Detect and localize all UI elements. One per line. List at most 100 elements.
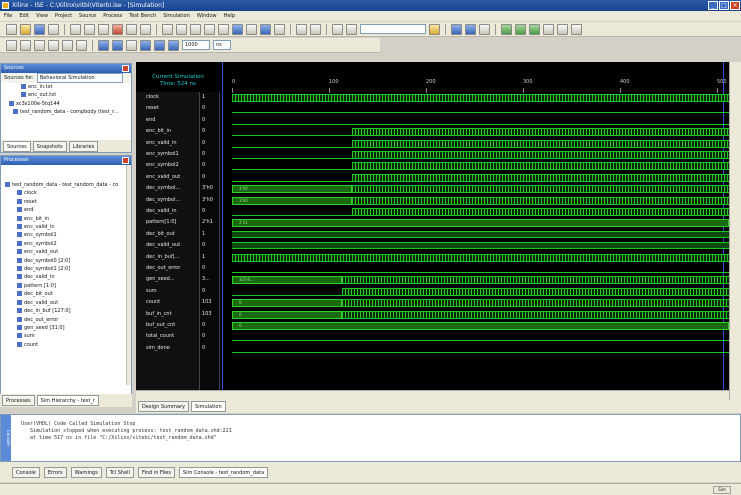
tab-sim-console[interactable]: Sim Console - test_random_data bbox=[178, 466, 269, 478]
tab-simulation[interactable]: Simulation bbox=[191, 401, 226, 412]
find-icon[interactable] bbox=[218, 23, 229, 35]
tile-icon[interactable] bbox=[246, 23, 257, 35]
wave-row[interactable]: dec_out_error 0 bbox=[136, 263, 729, 274]
wave-row[interactable]: dec_valid_out 0 bbox=[136, 240, 729, 251]
wave-row[interactable]: clock 1 bbox=[136, 92, 729, 103]
wave-row[interactable]: enc_symbol2 0 bbox=[136, 160, 729, 171]
menu-file[interactable]: File bbox=[4, 13, 12, 19]
tab-snapshots[interactable]: Snapshots bbox=[32, 140, 67, 152]
schematic-icon[interactable] bbox=[479, 23, 490, 35]
copy-icon[interactable] bbox=[84, 23, 95, 35]
tree-collapse-icon[interactable] bbox=[529, 23, 540, 35]
pause-icon[interactable] bbox=[112, 39, 123, 51]
cut-icon[interactable] bbox=[70, 23, 81, 35]
undo-icon[interactable] bbox=[126, 23, 137, 35]
tree-expand-icon[interactable] bbox=[515, 23, 526, 35]
process-tree-item[interactable]: pattern [1:0] bbox=[17, 282, 131, 290]
wave-row[interactable]: dec_symbol... 3'h0 3'h0 bbox=[136, 183, 729, 194]
menu-test-bench[interactable]: Test Bench bbox=[129, 13, 156, 19]
wave-row[interactable]: dec_in_buf[... 1 bbox=[136, 252, 729, 263]
wave-row[interactable]: enc_valid_in 0 bbox=[136, 138, 729, 149]
menu-process[interactable]: Process bbox=[103, 13, 122, 19]
menu-source[interactable]: Source bbox=[79, 13, 96, 19]
tab-sim-hierarchy[interactable]: Sim Hierarchy - test_r bbox=[36, 395, 99, 406]
waveform-viewer[interactable]: Current Simulation Time: 524 ns 0 100 200 3… bbox=[136, 62, 729, 400]
help-icon[interactable] bbox=[310, 23, 321, 35]
print-icon[interactable] bbox=[48, 23, 59, 35]
run-all-icon[interactable] bbox=[571, 23, 582, 35]
tab-console[interactable]: Console bbox=[12, 466, 40, 478]
menu-edit[interactable]: Edit bbox=[19, 13, 29, 19]
settings-icon[interactable] bbox=[543, 23, 554, 35]
save-icon[interactable] bbox=[34, 23, 45, 35]
scrollbar[interactable] bbox=[126, 165, 131, 385]
menu-help[interactable]: Help bbox=[224, 13, 235, 19]
menu-view[interactable]: View bbox=[36, 13, 48, 19]
zoom-area-icon[interactable] bbox=[204, 23, 215, 35]
process-tree-item[interactable]: enc_bit_in bbox=[17, 215, 131, 223]
paste-icon[interactable] bbox=[98, 23, 109, 35]
wave-row[interactable]: dec_symbol... 3'h0 3'h0 bbox=[136, 195, 729, 206]
wave-add-icon[interactable] bbox=[6, 39, 17, 51]
process-tree-item[interactable]: clock bbox=[17, 189, 131, 197]
cursor-icon[interactable] bbox=[48, 39, 59, 51]
process-tree-item[interactable]: end bbox=[17, 206, 131, 214]
process-tree-item[interactable]: dec_symbol1 [2:0] bbox=[17, 265, 131, 273]
marker-icon[interactable] bbox=[34, 39, 45, 51]
menu-simulation[interactable]: Simulation bbox=[163, 13, 190, 19]
wave-row[interactable]: dec_valid_in 0 bbox=[136, 206, 729, 217]
process-tree-item[interactable]: enc_valid_out bbox=[17, 248, 131, 256]
play-icon[interactable] bbox=[154, 39, 165, 51]
run-to-end-icon[interactable] bbox=[168, 39, 179, 51]
tree-item[interactable]: enc_in.txt bbox=[21, 83, 131, 91]
close-icon[interactable] bbox=[122, 157, 129, 164]
tab-warnings[interactable]: Warnings bbox=[70, 466, 102, 478]
tree-item[interactable]: xc3s100e-5tq144 bbox=[9, 100, 131, 108]
new-file-icon[interactable] bbox=[6, 23, 17, 35]
panel-icon[interactable] bbox=[274, 23, 285, 35]
open-folder-icon[interactable] bbox=[20, 23, 31, 35]
rerun-icon[interactable] bbox=[557, 23, 568, 35]
wand-icon[interactable] bbox=[296, 23, 307, 35]
process-tree-item[interactable]: dec_out_error bbox=[17, 316, 131, 324]
wave-row[interactable]: count 103 0 bbox=[136, 297, 729, 308]
zoom-in-icon[interactable] bbox=[162, 23, 173, 35]
tree-item[interactable]: test_random_data - compbody (test_r... bbox=[13, 108, 131, 116]
tab-libraries[interactable]: Libraries bbox=[68, 140, 99, 152]
cascade-icon[interactable] bbox=[232, 23, 243, 35]
sim-time-unit-select[interactable]: ns bbox=[213, 40, 231, 50]
wave-row[interactable]: buf_in_cnt 103 0 bbox=[136, 309, 729, 320]
wave-row[interactable]: buf_out_cnt 0 0 bbox=[136, 320, 729, 331]
process-tree-item[interactable]: dec_valid_in bbox=[17, 273, 131, 281]
process-tree-item[interactable]: gen_seed [31:0] bbox=[17, 324, 131, 332]
process-tree-item[interactable]: enc_symbol2 bbox=[17, 240, 131, 248]
wave-group-icon[interactable] bbox=[20, 39, 31, 51]
process-tree-item[interactable]: test_random_data - test_random_data - co bbox=[5, 181, 131, 189]
lightbulb-icon[interactable] bbox=[429, 23, 440, 35]
wave-row[interactable]: enc_bit_in 0 bbox=[136, 126, 729, 137]
process-tree-item[interactable]: enc_symbol1 bbox=[17, 231, 131, 239]
process-tree-item[interactable]: enc_valid_in bbox=[17, 223, 131, 231]
window-layout-icon[interactable] bbox=[260, 23, 271, 35]
maximize-button[interactable]: □ bbox=[719, 1, 729, 10]
close-icon[interactable] bbox=[122, 65, 129, 72]
wave-row[interactable]: reset 0 bbox=[136, 103, 729, 114]
process-tree-item[interactable]: sum bbox=[17, 332, 131, 340]
zoom-fit-icon[interactable] bbox=[190, 23, 201, 35]
process-tree-item[interactable]: dec_valid_out bbox=[17, 299, 131, 307]
close-button[interactable]: × bbox=[730, 1, 740, 10]
wave-row[interactable]: pattern[1:0] 2'h1 2'h1 bbox=[136, 217, 729, 228]
tree-item[interactable]: enc_out.txt bbox=[21, 91, 131, 99]
process-tree-item[interactable]: dec_in_buf [127:0] bbox=[17, 307, 131, 315]
step-icon[interactable] bbox=[126, 39, 137, 51]
minimize-button[interactable]: _ bbox=[708, 1, 718, 10]
measure-icon[interactable] bbox=[62, 39, 73, 51]
sim-time-input[interactable]: 1000 bbox=[182, 40, 210, 50]
search-icon[interactable] bbox=[346, 23, 357, 35]
menu-project[interactable]: Project bbox=[55, 13, 72, 19]
process-tree-item[interactable]: reset bbox=[17, 198, 131, 206]
tab-processes[interactable]: Processes bbox=[2, 395, 35, 406]
wave-row[interactable]: enc_symbol1 0 bbox=[136, 149, 729, 160]
restart-icon[interactable] bbox=[98, 39, 109, 51]
wave-row[interactable]: end 0 bbox=[136, 115, 729, 126]
